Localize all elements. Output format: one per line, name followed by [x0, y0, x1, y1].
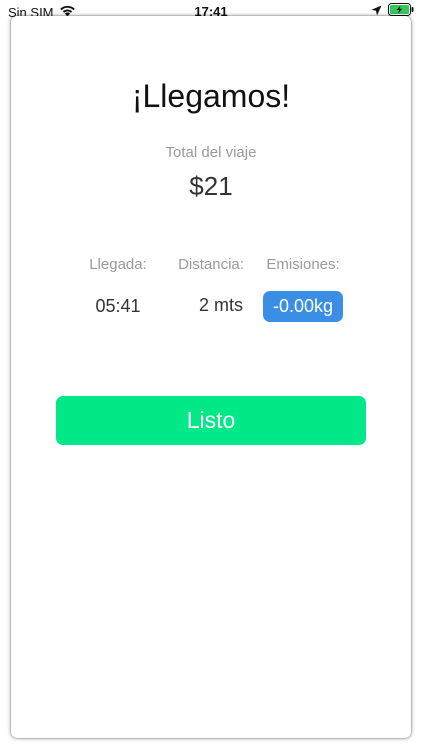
emissions-badge: -0.00kg: [263, 291, 343, 322]
total-label: Total del viaje: [165, 144, 257, 161]
arrival-value: 05:41: [95, 296, 141, 316]
emissions-label: Emisiones:: [266, 256, 340, 273]
done-button[interactable]: Listo: [56, 396, 366, 445]
distance-label: Distancia:: [178, 256, 244, 273]
arrival-label: Llegada:: [89, 256, 147, 273]
trip-summary-card: ¡Llegamos! Total del viaje $21 Llegada: …: [11, 16, 411, 738]
total-value: $21: [189, 171, 233, 201]
distance-value: 2 mts: [198, 295, 243, 315]
screen: Sin SIM 17:41 ¡Llegamos! Total del viaje…: [0, 0, 422, 750]
arrival-title: ¡Llegamos!: [131, 78, 291, 114]
